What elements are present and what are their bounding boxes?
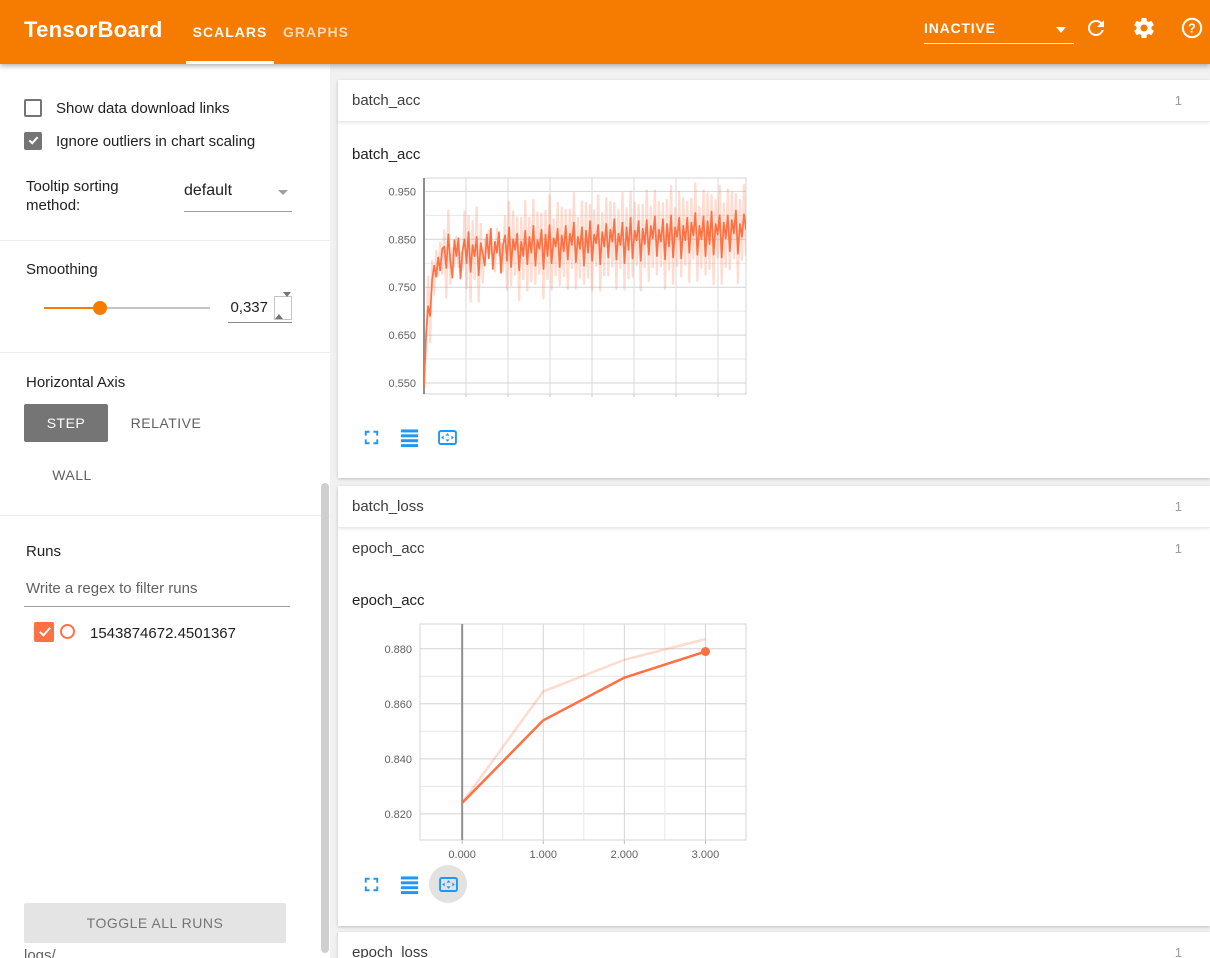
tab-graphs[interactable]: GRAPHS [283,0,349,64]
ignore-outliers-label: Ignore outliers in chart scaling [56,133,314,150]
section-count-badge: 1 [1175,499,1182,514]
runs-label: Runs [26,543,61,560]
axis-step-button[interactable]: STEP [24,404,108,442]
svg-text:1.000: 1.000 [529,849,557,861]
svg-text:0.880: 0.880 [384,644,412,656]
divider [0,515,330,516]
ignore-outliers-checkbox[interactable] [24,132,42,150]
svg-text:3.000: 3.000 [692,849,720,861]
smoothing-label: Smoothing [26,261,98,278]
expand-data-icon[interactable] [398,426,421,449]
settings-sidebar: Show data download links Ignore outliers… [0,64,330,958]
fit-domain-icon[interactable] [437,873,460,896]
runs-path-label: logs/ [24,947,104,958]
svg-text:0.950: 0.950 [388,186,416,198]
dashboard-main: batch_acc 1 batch_acc 0.950 0.850 0.750 0.6… [330,64,1210,958]
runs-filter-input[interactable]: Write a regex to filter runs [26,580,197,597]
run-color-swatch[interactable] [60,624,75,639]
svg-text:0.650: 0.650 [388,330,416,342]
help-icon[interactable]: ? [1180,16,1204,40]
refresh-icon[interactable] [1084,16,1108,40]
section-header-epoch-loss[interactable]: epoch_loss 1 [338,932,1210,958]
section-count-badge: 1 [1175,93,1182,108]
batch-acc-chart[interactable]: 0.950 0.850 0.750 0.650 0.550 [352,170,752,410]
svg-text:0.000: 0.000 [448,849,476,861]
smoothing-value: 0,337 [230,299,268,316]
epoch-acc-chart[interactable]: 0.880 0.860 0.840 0.820 0.000 1.000 2.000 3.000 [352,614,752,870]
tooltip-sorting-value: default [184,182,232,200]
divider [0,240,330,241]
svg-text:0.860: 0.860 [384,699,412,711]
section-tag: batch_loss [352,498,424,515]
run-checkbox[interactable] [34,622,54,642]
chevron-down-icon [1056,27,1066,33]
runs-filter-underline [24,606,290,607]
toggle-all-runs-button[interactable]: TOGGLE ALL RUNS [24,903,286,943]
divider [0,352,330,353]
fit-domain-icon[interactable] [436,426,459,449]
card-batch-loss-epoch-acc: batch_loss 1 epoch_acc 1 epoch_acc 0.880… [338,486,1210,926]
check-icon [39,624,51,636]
show-download-links-label: Show data download links [56,100,229,117]
card-epoch-loss: epoch_loss 1 [338,932,1210,958]
show-download-links-checkbox[interactable] [24,99,42,117]
svg-text:0.820: 0.820 [384,809,412,821]
section-count-badge: 1 [1175,945,1182,958]
svg-text:2.000: 2.000 [611,849,639,861]
chart-title: epoch_acc [352,592,425,609]
app-title: TensorBoard [24,17,163,43]
check-icon [29,134,39,144]
fullscreen-icon[interactable] [360,426,383,449]
tooltip-sorting-label: Tooltip sorting method: [26,177,144,215]
svg-text:0.550: 0.550 [388,378,416,390]
svg-text:0.750: 0.750 [388,282,416,294]
tensorboard-app: TensorBoard SCALARS GRAPHS INACTIVE ? Sh… [0,0,1210,958]
spin-up-icon[interactable] [275,297,283,319]
svg-text:?: ? [1188,22,1196,36]
expand-data-icon[interactable] [398,873,421,896]
fullscreen-icon[interactable] [360,873,383,896]
status-label: INACTIVE [924,20,996,36]
chart-title: batch_acc [352,146,420,163]
smoothing-slider-fill [44,307,100,309]
spin-down-icon[interactable] [283,292,291,314]
section-count-badge: 1 [1175,541,1182,556]
active-tab-underline [186,61,274,64]
section-header-batch-acc[interactable]: batch_acc 1 [338,80,1210,122]
horizontal-axis-label: Horizontal Axis [26,374,125,391]
section-tag: epoch_loss [352,944,428,958]
smoothing-input[interactable]: 0,337 [228,294,292,323]
status-dropdown[interactable]: INACTIVE [922,0,1074,64]
run-name: 1543874672.4501367 [90,625,236,642]
axis-wall-button[interactable]: WALL [24,456,120,494]
section-header-epoch-acc[interactable]: epoch_acc 1 [338,528,1210,570]
card-batch-acc: batch_acc 1 batch_acc 0.950 0.850 0.750 0.6… [338,80,1210,478]
axis-relative-button[interactable]: RELATIVE [118,404,214,442]
svg-text:0.840: 0.840 [384,754,412,766]
smoothing-slider-knob[interactable] [93,301,107,315]
chevron-down-icon [278,190,288,195]
svg-text:0.850: 0.850 [388,234,416,246]
tab-scalars[interactable]: SCALARS [186,0,274,64]
sidebar-scrollbar[interactable] [321,483,329,953]
tooltip-sorting-dropdown[interactable]: default [184,176,292,212]
section-tag: epoch_acc [352,540,425,557]
settings-gear-icon[interactable] [1132,16,1156,40]
section-tag: batch_acc [352,92,420,109]
number-stepper[interactable] [274,296,292,320]
app-header: TensorBoard SCALARS GRAPHS INACTIVE ? [0,0,1210,64]
section-header-batch-loss[interactable]: batch_loss 1 [338,486,1210,528]
